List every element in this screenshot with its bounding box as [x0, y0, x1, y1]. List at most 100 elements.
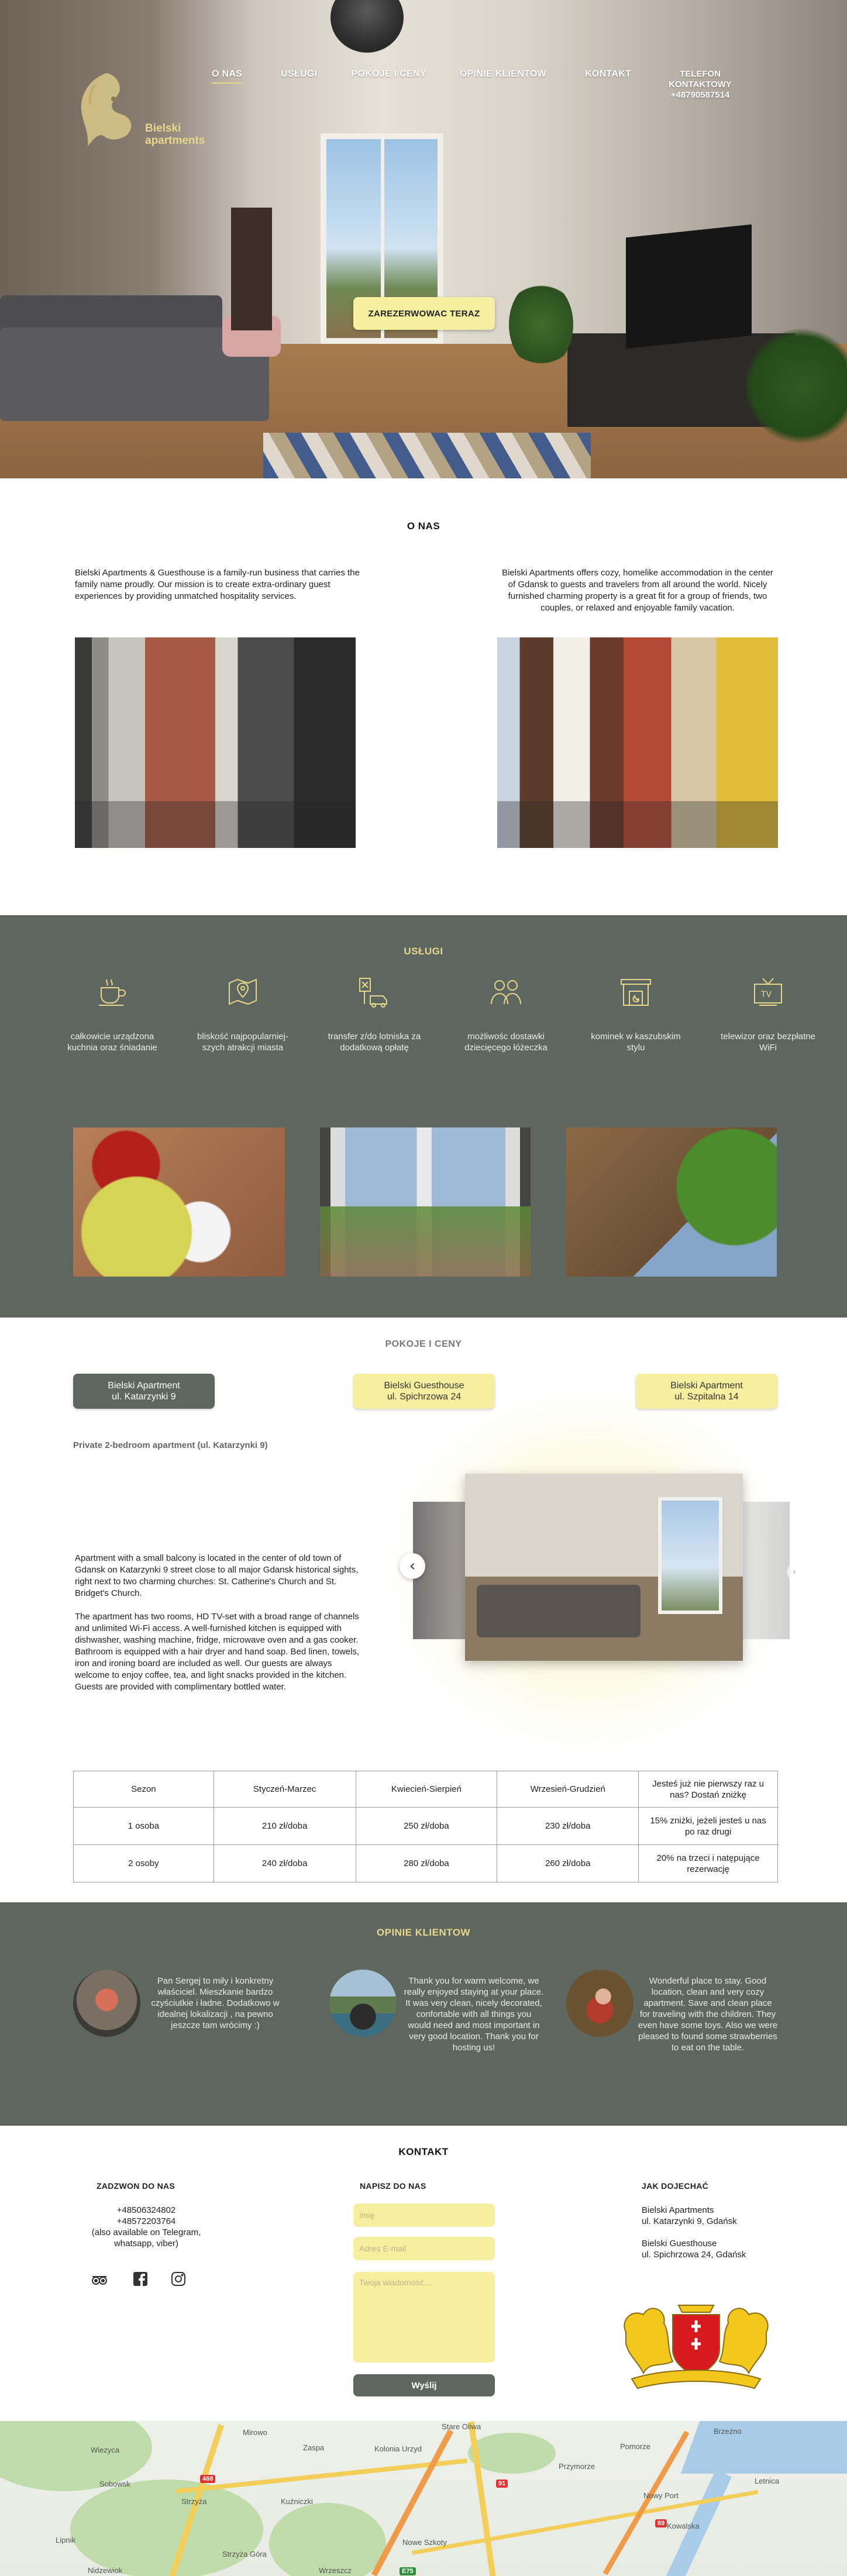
avatar [566, 1970, 633, 2037]
hero-banner: Bielski apartments O NAS USŁUGI POKOJE I… [0, 0, 847, 478]
service-crib: możliwośc dostawki dziecięcego łóżeczka [456, 974, 556, 1053]
address-apartments: Bielski Apartments ul. Katarzynki 9, Gda… [642, 2205, 794, 2227]
map-label: Przymorze [559, 2462, 595, 2471]
table-cell: 15% zniżki, jeżeli jesteś u nas po raz d… [638, 1807, 778, 1845]
location-map[interactable]: Wiezyca Mirowo Zaspa Przymorze Pomorze S… [0, 2421, 847, 2576]
apartment-desc-p2: The apartment has two rooms, HD TV-set w… [75, 1612, 360, 1692]
table-cell: 250 zł/doba [355, 1807, 498, 1845]
photo-window [658, 1497, 722, 1614]
phone-note: (also available on Telegram, whatsapp, v… [91, 2227, 201, 2249]
map-label: Pomorze [620, 2442, 651, 2451]
phone-number[interactable]: +48572203764 [79, 2216, 214, 2227]
services-title: USŁUGI [404, 946, 443, 957]
tab-line2: ul. Spichrzowa 24 [387, 1392, 462, 1402]
table-cell: 210 zł/doba [213, 1807, 356, 1845]
map-label: Letnica [755, 2477, 779, 2485]
nav-uslugi[interactable]: USŁUGI [281, 69, 317, 80]
map-park [70, 2480, 263, 2576]
fireplace-icon [618, 974, 654, 1010]
rooms-title: POKOJE I CENY [385, 1339, 462, 1349]
about-photo-street [497, 637, 778, 848]
table-header: Kwiecień-Sierpień [355, 1771, 498, 1808]
gdansk-coat-of-arms-icon [624, 2305, 769, 2389]
brand-line2: apartments [145, 135, 205, 147]
photo-sofa [477, 1585, 641, 1637]
nav-phone-contact[interactable]: TELEFON KONTAKTOWY +48790587514 [669, 69, 732, 101]
tab-katarzynki[interactable]: Bielski Apartment ul. Katarzynki 9 [73, 1374, 215, 1409]
tab-line1: Bielski Guesthouse [384, 1381, 464, 1391]
apartment-desc-p1: Apartment with a small balcony is locate… [75, 1553, 359, 1598]
nav-contact-line2: KONTAKTOWY [669, 80, 732, 89]
tab-line1: Bielski Apartment [670, 1381, 743, 1391]
map-label: Strzyża [181, 2497, 207, 2506]
map-label: Kowalska [667, 2522, 700, 2530]
horse-logo-icon [81, 73, 132, 146]
tripadvisor-icon[interactable] [91, 2271, 108, 2289]
service-label: całkowicie urządzona kuchnia oraz śniada… [67, 1032, 157, 1053]
carousel-prev-arrow-icon[interactable]: ‹ [400, 1553, 425, 1579]
map-pin-icon [225, 974, 261, 1010]
book-now-button[interactable]: ZAREZERWOWAC TERAZ [353, 297, 495, 330]
address-line: ul. Katarzynki 9, Gdańsk [642, 2216, 737, 2226]
map-label: Nowe Szkoty [402, 2538, 447, 2547]
map-label: Strzyża Góra [222, 2550, 267, 2558]
nav-kontakt[interactable]: KONTAKT [585, 69, 631, 80]
phone-number[interactable]: +48506324802 [79, 2205, 214, 2216]
address-line: ul. Spichrzowa 24, Gdańsk [642, 2250, 746, 2260]
write-us-heading: NAPISZ DO NAS [360, 2181, 426, 2191]
tab-spichrzowa[interactable]: Bielski Guesthouse ul. Spichrzowa 24 [353, 1374, 495, 1409]
carousel-next-arrow-icon[interactable]: › [787, 1564, 802, 1580]
about-text-left: Bielski Apartments & Guesthouse is a fam… [75, 568, 360, 601]
email-input[interactable] [353, 2237, 495, 2260]
table-cell: 1 osoba [73, 1807, 214, 1845]
nav-contact-phone: +48790587514 [670, 90, 730, 100]
service-kitchen: całkowicie urządzona kuchnia oraz śniada… [63, 974, 162, 1053]
map-label: Kolonia Urzyd [374, 2444, 422, 2453]
map-water [680, 2421, 847, 2474]
tv-icon: TV [750, 974, 786, 1010]
rug [263, 433, 591, 478]
tab-line2: ul. Katarzynki 9 [112, 1392, 176, 1402]
map-label: Wiezyca [91, 2446, 120, 2454]
name-input[interactable] [353, 2203, 495, 2227]
about-text-right: Bielski Apartments offers cozy, homelike… [502, 568, 773, 613]
airport-transfer-icon [356, 974, 392, 1010]
route-shield: 468 [200, 2475, 216, 2483]
map-label: Brzeźno [714, 2427, 742, 2436]
service-fireplace: kominek w kaszubskim stylu [586, 974, 686, 1053]
send-button[interactable]: Wyślij [353, 2374, 495, 2396]
page: Bielski apartments O NAS USŁUGI POKOJE I… [0, 0, 847, 2576]
review-text: Thank you for warm welcome, we really en… [404, 1976, 544, 2053]
addresses: Bielski Apartments ul. Katarzynki 9, Gda… [642, 2205, 794, 2271]
address-line: Bielski Apartments [642, 2205, 714, 2215]
route-shield: E75 [400, 2567, 416, 2575]
table-cell: 230 zł/doba [497, 1807, 639, 1845]
nav-contact-line1: TELEFON [680, 69, 721, 79]
service-label: telewizor oraz bezpłatne WiFi [721, 1032, 815, 1053]
route-shield: 91 [496, 2480, 508, 2488]
tab-line1: Bielski Apartment [108, 1381, 180, 1391]
map-label: Nowy Port [643, 2491, 679, 2500]
brand-line1: Bielski [145, 122, 181, 135]
reviews-title: OPINIE KLIENTOW [376, 1927, 471, 1938]
nav-o-nas[interactable]: O NAS [212, 69, 243, 84]
map-label: Sobowsk [99, 2480, 130, 2488]
address-guesthouse: Bielski Guesthouse ul. Spichrzowa 24, Gd… [642, 2238, 794, 2260]
map-label: Stare Oliwa [442, 2422, 481, 2431]
phone-block: +48506324802 +48572203764 (also availabl… [79, 2205, 214, 2249]
table-row: 1 osoba 210 zł/doba 250 zł/doba 230 zł/d… [73, 1807, 778, 1845]
ceiling-lamp [330, 0, 404, 53]
table-header: Wrzesień-Grudzień [497, 1771, 639, 1808]
nav-pokoje-i-ceny[interactable]: POKOJE I CENY [351, 69, 426, 80]
map-park [468, 2433, 556, 2474]
address-line: Bielski Guesthouse [642, 2239, 717, 2249]
instagram-icon[interactable] [170, 2271, 187, 2289]
facebook-icon[interactable] [132, 2271, 149, 2289]
service-label: transfer z/do lotniska za dodatkową opła… [328, 1032, 421, 1053]
logo[interactable]: Bielski apartments [71, 67, 205, 167]
nav-opinie-klientow[interactable]: OPINIE KLIENTOW [460, 69, 546, 80]
call-us-heading: ZADZWON DO NAS [97, 2181, 175, 2191]
message-textarea[interactable] [353, 2272, 495, 2363]
route-shield: 89 [655, 2519, 667, 2527]
contact-title: KONTAKT [398, 2146, 449, 2157]
